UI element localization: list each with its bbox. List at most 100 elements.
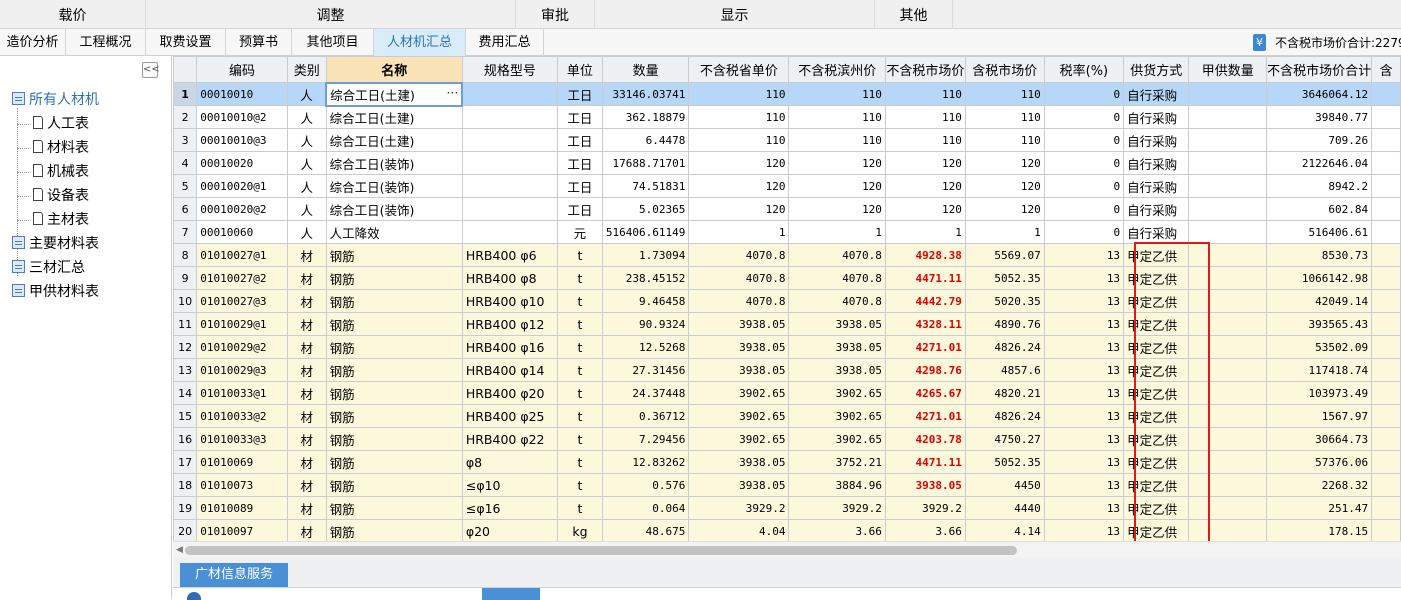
table-cell[interactable]: 3902.65 [688, 427, 790, 451]
column-header[interactable]: 不含税省单价 [688, 56, 790, 83]
table-cell[interactable] [1188, 174, 1268, 198]
table-row[interactable]: 14 01010033@1 材钢筋 HRB400 φ20 t 24.37448 3902.6… [173, 381, 1401, 405]
table-cell[interactable]: 74.51831 [601, 174, 690, 198]
table-cell[interactable]: 3902.65 [688, 381, 790, 405]
table-cell[interactable]: 00010010@2 [196, 105, 288, 129]
table-cell[interactable]: 材 [286, 404, 327, 428]
table-cell[interactable]: 103973.49 [1266, 381, 1373, 405]
table-cell[interactable]: 1066142.98 [1266, 266, 1373, 290]
table-cell[interactable] [461, 105, 559, 129]
table-cell[interactable]: 3.66 [788, 519, 886, 541]
table-cell[interactable]: 110 [788, 82, 886, 106]
table-cell[interactable]: 材 [286, 289, 327, 313]
table-cell[interactable]: 5020.35 [964, 289, 1045, 313]
table-cell[interactable]: t [557, 266, 603, 290]
tree-item-major-materials[interactable]: 主要材料表 [12, 233, 99, 255]
table-cell[interactable]: 110 [688, 82, 790, 106]
row-number-cell[interactable]: 9 [173, 266, 198, 290]
table-cell[interactable]: 人 [286, 82, 327, 106]
column-header[interactable]: 单位 [557, 56, 603, 83]
table-cell[interactable]: 工日 [557, 197, 603, 221]
table-cell[interactable]: 01010027@2 [196, 266, 288, 290]
row-number-cell[interactable]: 15 [173, 404, 198, 428]
table-cell[interactable] [1371, 289, 1401, 313]
table-cell[interactable]: 251.47 [1266, 496, 1373, 520]
column-header[interactable]: 含税市场价 [964, 56, 1045, 83]
table-cell[interactable]: 钢筋 [325, 427, 463, 451]
table-cell[interactable]: 01010073 [196, 473, 288, 497]
table-cell[interactable]: 甲定乙供 [1123, 358, 1190, 382]
table-cell[interactable]: 人 [286, 197, 327, 221]
table-cell[interactable]: 01010033@3 [196, 427, 288, 451]
table-cell[interactable]: 4450 [964, 473, 1045, 497]
table-cell[interactable]: 钢筋 [325, 519, 463, 541]
table-cell[interactable]: 0 [1043, 82, 1125, 106]
tree-item-main-material[interactable]: 主材表 [33, 209, 89, 231]
table-cell[interactable]: 2122646.04 [1266, 151, 1373, 175]
table-cell[interactable]: 自行采购 [1123, 220, 1190, 244]
table-cell[interactable]: 自行采购 [1123, 174, 1190, 198]
table-cell[interactable]: HRB400 φ16 [461, 335, 559, 359]
table-cell[interactable]: 0 [1043, 174, 1125, 198]
table-cell[interactable]: 3902.65 [788, 404, 886, 428]
table-cell[interactable]: 110 [884, 105, 966, 129]
table-cell[interactable]: 13 [1043, 450, 1125, 474]
table-cell[interactable]: 人 [286, 128, 327, 152]
table-cell[interactable]: 17688.71701 [601, 151, 690, 175]
table-cell[interactable]: 362.18879 [601, 105, 690, 129]
table-cell[interactable] [1371, 82, 1401, 106]
table-cell[interactable]: 4203.78 [884, 427, 966, 451]
table-cell[interactable]: 5052.35 [964, 450, 1045, 474]
table-cell[interactable]: 709.26 [1266, 128, 1373, 152]
table-cell[interactable] [1371, 404, 1401, 428]
table-cell[interactable]: 4826.24 [964, 335, 1045, 359]
table-cell[interactable]: 自行采购 [1123, 82, 1190, 106]
table-cell[interactable]: 0 [1043, 197, 1125, 221]
tree-item-three-materials[interactable]: 三材汇总 [12, 257, 85, 279]
table-cell[interactable]: 0 [1043, 128, 1125, 152]
table-cell[interactable]: 602.84 [1266, 197, 1373, 221]
table-cell[interactable]: 110 [884, 82, 966, 106]
table-cell[interactable]: 90.9324 [601, 312, 690, 336]
table-row[interactable]: 5 00010020@1 人综合工日(装饰) 工日 74.51831 120 120 120 1… [173, 174, 1401, 198]
tab-other-items[interactable]: 其他项目 [292, 29, 374, 56]
table-cell[interactable]: 综合工日(装饰) [325, 174, 463, 198]
table-cell[interactable]: 3938.05 [884, 473, 966, 497]
table-cell[interactable]: HRB400 φ25 [461, 404, 559, 428]
column-header[interactable]: 甲供数量 [1188, 56, 1268, 83]
table-row[interactable]: 10 01010027@3 材钢筋 HRB400 φ10 t 9.46458 4070.8 4… [173, 289, 1401, 313]
table-cell[interactable]: 238.45152 [601, 266, 690, 290]
table-cell[interactable] [1371, 450, 1401, 474]
table-cell[interactable] [461, 82, 559, 106]
table-cell[interactable]: 钢筋 [325, 450, 463, 474]
table-cell[interactable] [1371, 105, 1401, 129]
table-cell[interactable]: 120 [884, 197, 966, 221]
table-cell[interactable]: 4471.11 [884, 450, 966, 474]
column-header[interactable]: 供货方式 [1123, 56, 1190, 83]
column-header[interactable]: 数量 [601, 56, 690, 83]
column-header[interactable]: 不含税市场价合计 [1266, 56, 1373, 83]
table-cell[interactable] [461, 151, 559, 175]
table-row[interactable]: 8 01010027@1 材钢筋 HRB400 φ6 t 1.73094 4070.8 407… [173, 243, 1401, 267]
table-cell[interactable]: t [557, 473, 603, 497]
table-cell[interactable]: 33146.03741 [601, 82, 690, 106]
bottom-toolbar-button[interactable] [482, 588, 540, 600]
table-cell[interactable]: 13 [1043, 427, 1125, 451]
table-cell[interactable]: 3929.2 [884, 496, 966, 520]
table-cell[interactable]: 120 [788, 197, 886, 221]
tab-cost-analysis[interactable]: 造价分析 [0, 29, 66, 56]
table-row[interactable]: 13 01010029@3 材钢筋 HRB400 φ14 t 27.31456 3938.0… [173, 358, 1401, 382]
row-number-cell[interactable]: 1 [173, 82, 198, 106]
row-number-cell[interactable]: 3 [173, 128, 198, 152]
table-cell[interactable]: 00010020@2 [196, 197, 288, 221]
table-cell[interactable]: 综合工日(土建) [325, 128, 463, 152]
row-number-cell[interactable]: 16 [173, 427, 198, 451]
table-cell[interactable]: 材 [286, 381, 327, 405]
table-cell[interactable]: 4271.01 [884, 404, 966, 428]
table-cell[interactable]: 3.66 [884, 519, 966, 541]
table-cell[interactable]: 01010089 [196, 496, 288, 520]
table-row[interactable]: 12 01010029@2 材钢筋 HRB400 φ16 t 12.5268 3938.05… [173, 335, 1401, 359]
table-cell[interactable]: 12.5268 [601, 335, 690, 359]
table-cell[interactable]: 01010069 [196, 450, 288, 474]
table-cell[interactable]: 4857.6 [964, 358, 1045, 382]
